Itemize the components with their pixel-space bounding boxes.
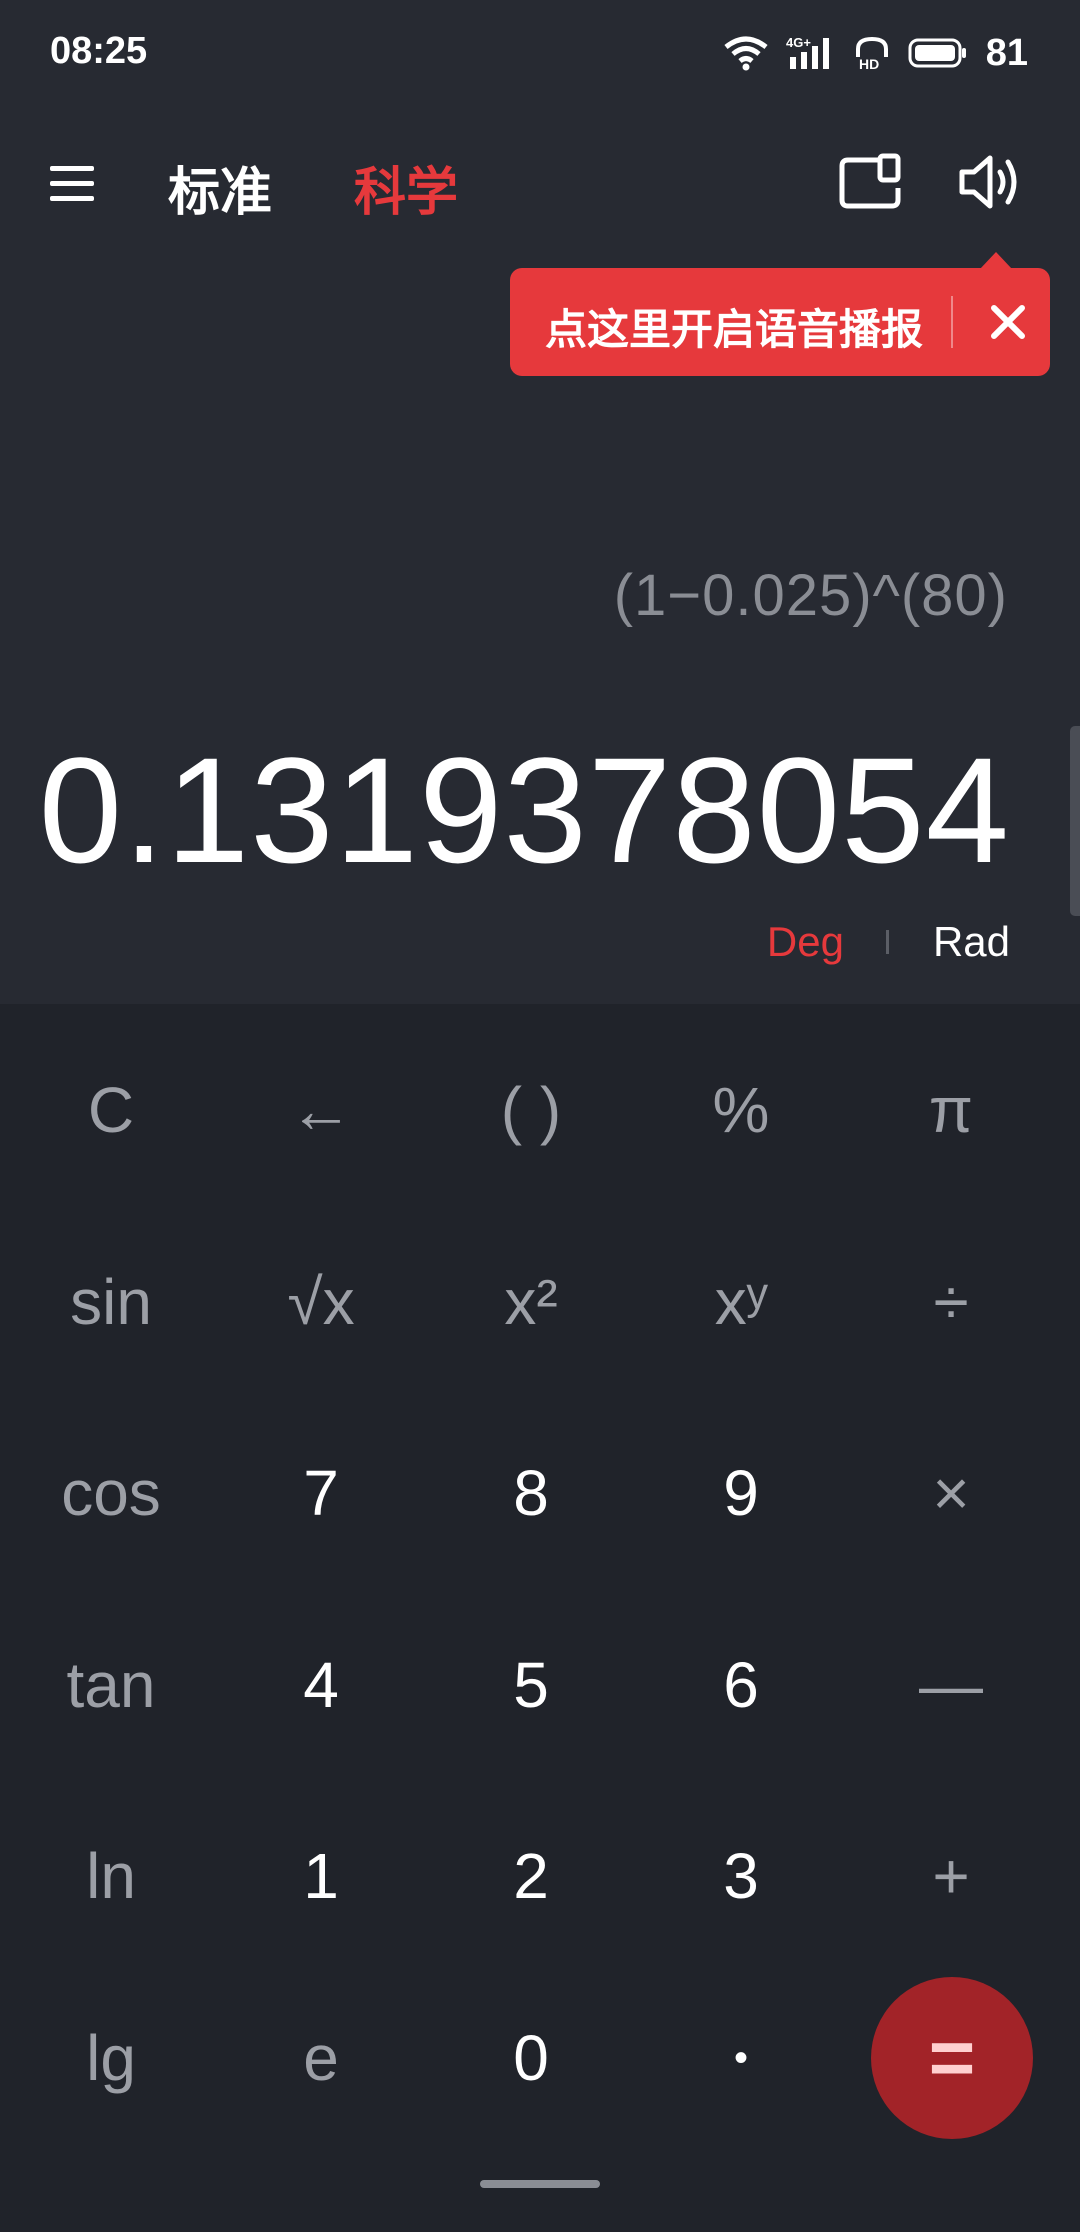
digit-9-key[interactable]: 9	[636, 1418, 846, 1568]
speaker-icon[interactable]	[956, 150, 1026, 214]
digit-1-key[interactable]: 1	[216, 1801, 426, 1951]
battery-percentage: 81	[985, 31, 1028, 74]
floating-window-icon[interactable]	[838, 152, 902, 212]
equals-button[interactable]: =	[871, 1977, 1033, 2139]
lg-key[interactable]: lg	[6, 1983, 216, 2133]
tab-scientific[interactable]: 科学	[354, 150, 458, 225]
status-bar: 08:25 4G+ HD 81	[0, 0, 1080, 110]
clear-key[interactable]: C	[6, 1035, 216, 1185]
minus-key[interactable]: —	[846, 1610, 1056, 1760]
wifi-icon	[724, 36, 768, 71]
digit-4-key[interactable]: 4	[216, 1610, 426, 1760]
status-time: 08:25	[50, 30, 148, 72]
top-bar: 标准 科学	[0, 130, 1080, 240]
tooltip-divider	[951, 296, 953, 348]
parentheses-key[interactable]: ( )	[426, 1035, 636, 1185]
tooltip-text[interactable]: 点这里开启语音播报	[545, 296, 923, 357]
result-display: 0.1319378054	[38, 726, 1010, 894]
rad-option[interactable]: Rad	[933, 918, 1010, 966]
digit-6-key[interactable]: 6	[636, 1610, 846, 1760]
angle-mode-divider	[885, 930, 889, 954]
menu-icon[interactable]	[44, 156, 100, 212]
sin-key[interactable]: sin	[6, 1227, 216, 1377]
close-icon[interactable]	[972, 286, 1044, 358]
digit-5-key[interactable]: 5	[426, 1610, 636, 1760]
scroll-handle[interactable]	[1070, 726, 1080, 916]
percent-key[interactable]: %	[636, 1035, 846, 1185]
tab-standard[interactable]: 标准	[168, 150, 272, 225]
tooltip-arrow	[980, 252, 1012, 269]
square-key[interactable]: x²	[426, 1227, 636, 1377]
cellular-signal-icon: 4G+	[786, 35, 829, 69]
deg-option[interactable]: Deg	[767, 918, 844, 966]
equals-label: =	[928, 2013, 976, 2102]
expression-display: (1−0.025)^(80)	[613, 563, 1008, 628]
status-icons: 4G+ HD 81	[724, 28, 1028, 78]
keypad: C ← ( ) % π sin √x x² xʸ ÷ cos 7 8 9 × t…	[0, 1004, 1080, 2232]
ln-key[interactable]: ln	[6, 1801, 216, 1951]
e-key[interactable]: e	[216, 1983, 426, 2133]
backspace-key[interactable]: ←	[216, 1035, 426, 1185]
tan-key[interactable]: tan	[6, 1610, 216, 1760]
svg-text:HD: HD	[859, 56, 879, 71]
digit-8-key[interactable]: 8	[426, 1418, 636, 1568]
multiply-key[interactable]: ×	[846, 1418, 1056, 1568]
voice-broadcast-tooltip[interactable]: 点这里开启语音播报	[510, 252, 1050, 376]
digit-0-key[interactable]: 0	[426, 1983, 636, 2133]
home-indicator[interactable]	[480, 2180, 600, 2188]
digit-2-key[interactable]: 2	[426, 1801, 636, 1951]
angle-mode-toggle[interactable]: Deg Rad	[767, 914, 1010, 970]
svg-text:4G+: 4G+	[786, 35, 811, 50]
pi-key[interactable]: π	[846, 1035, 1056, 1185]
digit-3-key[interactable]: 3	[636, 1801, 846, 1951]
divide-key[interactable]: ÷	[846, 1227, 1056, 1377]
power-key[interactable]: xʸ	[636, 1227, 846, 1377]
battery-icon	[908, 38, 966, 68]
hd-call-icon: HD	[855, 36, 888, 71]
decimal-point-key[interactable]: •	[636, 1983, 846, 2133]
plus-key[interactable]: +	[846, 1801, 1056, 1951]
cos-key[interactable]: cos	[6, 1418, 216, 1568]
digit-7-key[interactable]: 7	[216, 1418, 426, 1568]
sqrt-key[interactable]: √x	[216, 1227, 426, 1377]
